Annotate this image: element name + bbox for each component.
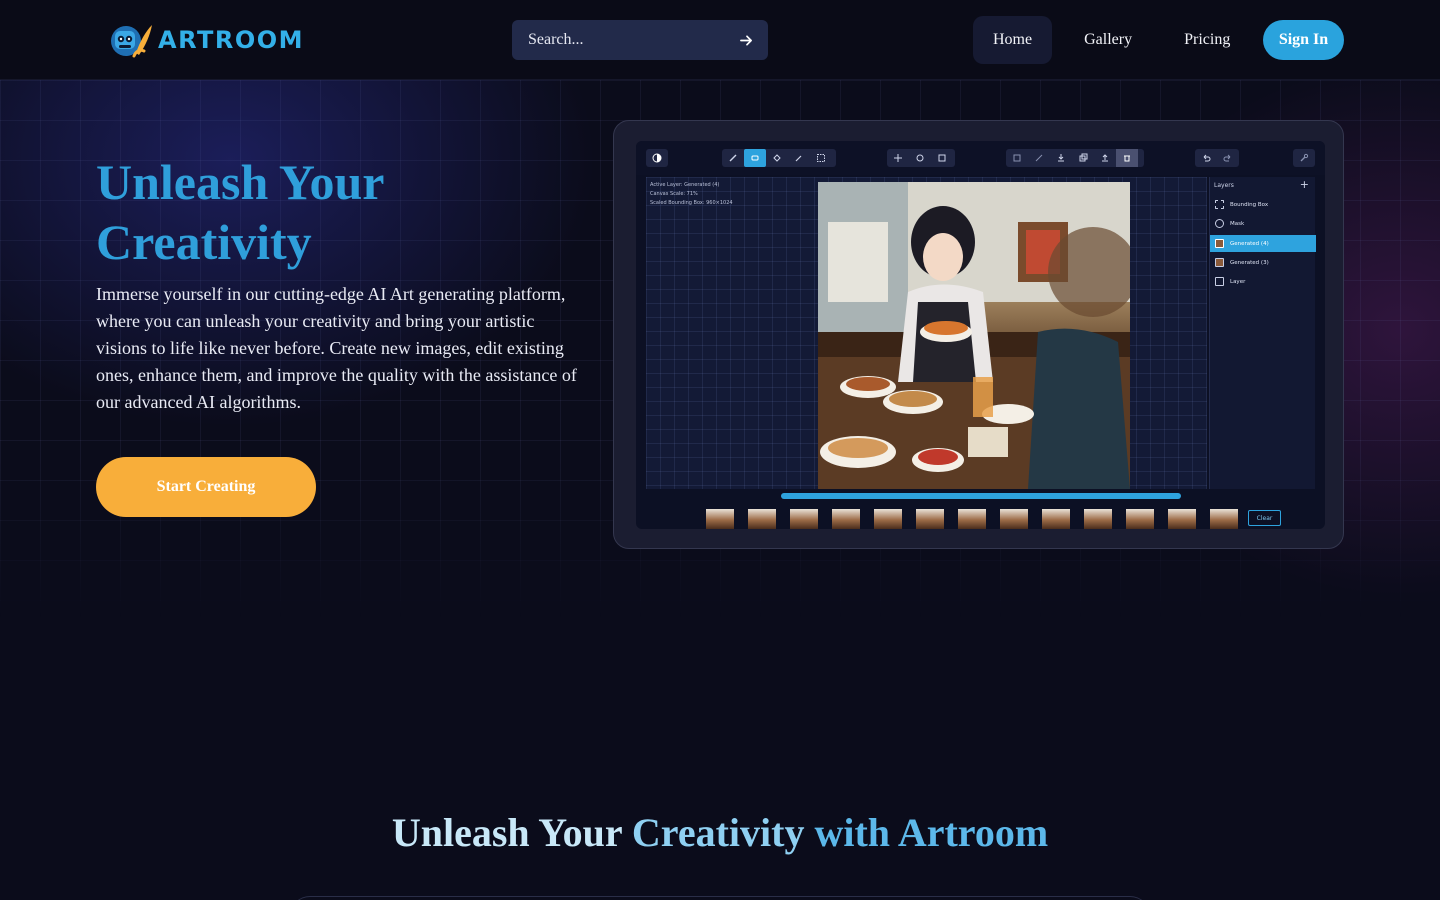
image-layer-icon: [1215, 277, 1224, 286]
feature-card-top-edge: [290, 896, 1150, 900]
section-title-part: with Artroom: [814, 810, 1049, 855]
layer-item-generated-3: Generated (3): [1210, 254, 1316, 271]
toolbar-group-settings: [1293, 149, 1315, 167]
layer-label: Layer: [1230, 278, 1246, 285]
history-thumbnail: [916, 509, 944, 529]
layers-panel: Layers + Bounding Box Mask Generated (4)…: [1209, 177, 1316, 489]
layer-label: Generated (4): [1230, 240, 1269, 247]
logo-text: ARTROOM: [158, 26, 305, 54]
mask-icon: [1215, 219, 1224, 228]
history-thumbnail: [1084, 509, 1112, 529]
history-thumbnail: [874, 509, 902, 529]
add-layer-icon: +: [1299, 178, 1309, 191]
theme-toggle-icon: [646, 149, 668, 167]
hero-description: Immerse yourself in our cutting-edge AI …: [96, 284, 577, 412]
search-input[interactable]: [528, 31, 738, 49]
canvas-info-active-layer: Active Layer: Generated (4): [650, 182, 720, 188]
toolbar-group-transform: [887, 149, 955, 167]
hero-section: Unleash Your Creativity Immerse yourself…: [0, 80, 1440, 620]
canvas-info-bounding-box: Scaled Bounding Box: 960×1024: [650, 200, 733, 206]
history-thumbnails: [706, 509, 1252, 529]
app-preview-screen: Active Layer: Generated (4) Canvas Scale…: [636, 141, 1325, 529]
nav-links: Home Gallery Pricing: [973, 16, 1250, 64]
nav-link-pricing[interactable]: Pricing: [1164, 16, 1250, 64]
toolbar-group-theme: [646, 149, 668, 167]
history-thumbnail: [1000, 509, 1028, 529]
start-creating-button[interactable]: Start Creating: [96, 457, 316, 517]
brush-icon: [722, 149, 744, 167]
layer-label: Generated (3): [1230, 259, 1269, 266]
undo-icon: [1195, 149, 1217, 167]
sign-in-button[interactable]: Sign In: [1263, 20, 1344, 60]
toolbar-group-history: [1195, 149, 1239, 167]
history-thumbnail: [748, 509, 776, 529]
history-thumbnail: [1042, 509, 1070, 529]
canvas-info-scale: Canvas Scale: 71%: [650, 191, 698, 197]
layer-label: Mask: [1230, 220, 1245, 227]
nav-link-home[interactable]: Home: [973, 16, 1053, 64]
history-thumbnail: [706, 509, 734, 529]
wand-icon: [1028, 149, 1050, 167]
history-thumbnail: [958, 509, 986, 529]
download-icon: [1050, 149, 1072, 167]
layer-item-layer: Layer: [1210, 273, 1316, 290]
generation-progress-fill: [781, 493, 1181, 499]
layers-header: Layers: [1214, 182, 1234, 189]
wrench-icon: [1293, 149, 1315, 167]
generation-progress-bar: [781, 493, 1181, 499]
editor-canvas: Active Layer: Generated (4) Canvas Scale…: [646, 177, 1207, 489]
app-preview-frame: Active Layer: Generated (4) Canvas Scale…: [613, 120, 1344, 549]
toolbar-group-file: [1006, 149, 1144, 167]
editor-toolbar: [636, 141, 1325, 175]
history-thumbnail: [1168, 509, 1196, 529]
fill-icon: [766, 149, 788, 167]
mask-icon: [1006, 149, 1028, 167]
layer-item-mask: Mask: [1210, 215, 1316, 232]
pipette-icon: [788, 149, 810, 167]
upload-icon: [1094, 149, 1116, 167]
redo-icon: [1217, 149, 1239, 167]
history-thumbnail: [790, 509, 818, 529]
bounding-box-icon: [1215, 200, 1224, 209]
layer-item-bounding-box: Bounding Box: [1210, 196, 1316, 213]
layer-thumbnail: [1215, 258, 1224, 267]
move-icon: [887, 149, 909, 167]
toolbar-group-draw: [722, 149, 836, 167]
generated-artwork-image: [818, 182, 1130, 489]
history-thumbnail: [1210, 509, 1238, 529]
clear-history-button: Clear: [1248, 510, 1281, 526]
robot-mascot-icon: [106, 15, 156, 65]
search-bar: [512, 20, 768, 60]
history-thumbnail: [1126, 509, 1154, 529]
section-title: Unleash Your Creativity with Artroom: [0, 808, 1440, 858]
crop-icon: [931, 149, 953, 167]
copy-icon: [1072, 149, 1094, 167]
layer-label: Bounding Box: [1230, 201, 1269, 208]
select-icon: [810, 149, 832, 167]
canvas-info: Active Layer: Generated (4) Canvas Scale…: [650, 181, 733, 208]
top-nav: ARTROOM Home Gallery Pricing Sign In: [0, 0, 1440, 80]
layer-thumbnail: [1215, 239, 1224, 248]
eraser-icon: [744, 149, 766, 167]
layer-item-generated-4: Generated (4): [1210, 235, 1316, 252]
section-title-part: Unleash Your: [391, 810, 632, 855]
trash-icon: [1116, 149, 1138, 167]
hero-title: Unleash Your Creativity: [96, 154, 384, 270]
history-thumbnail: [832, 509, 860, 529]
arrow-right-icon[interactable]: [738, 32, 754, 48]
target-icon: [909, 149, 931, 167]
section-title-part: Creativity: [631, 810, 815, 855]
nav-link-gallery[interactable]: Gallery: [1064, 16, 1152, 64]
artroom-logo[interactable]: ARTROOM: [106, 14, 305, 66]
